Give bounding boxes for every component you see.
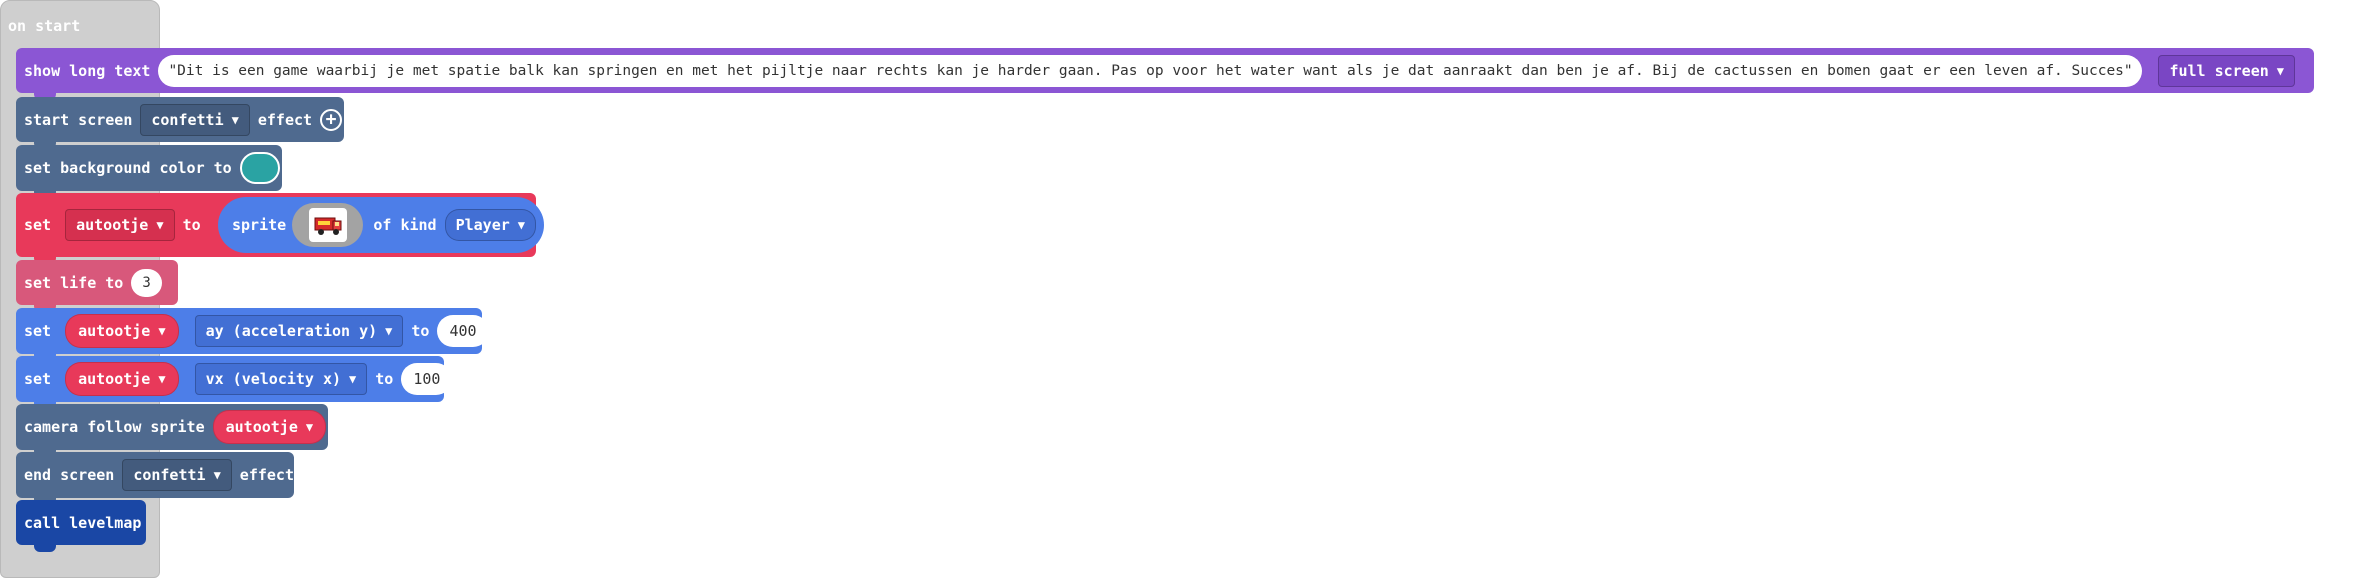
display-mode-dropdown[interactable]: full screen ▼ <box>2158 54 2296 87</box>
sprite-variable-reporter[interactable]: autootje ▼ <box>65 314 179 348</box>
variable-value: autootje <box>225 418 298 436</box>
sprite-label: sprite <box>232 216 287 234</box>
set-background-color-label: set background color to <box>24 159 232 177</box>
effect-dropdown[interactable]: confetti ▼ <box>140 103 250 136</box>
block-notch <box>34 545 56 552</box>
sprite-image-picker[interactable] <box>292 203 364 247</box>
set-background-color-block[interactable]: set background color to <box>16 145 282 191</box>
call-levelmap-block[interactable]: call levelmap <box>16 500 146 545</box>
on-start-label: on start <box>8 17 81 35</box>
long-text-input[interactable]: "Dit is een game waarbij je met spatie b… <box>158 54 2143 87</box>
start-screen-label: start screen <box>24 110 133 129</box>
property-dropdown[interactable]: vx (velocity x) ▼ <box>194 363 368 395</box>
call-levelmap-label: call levelmap <box>24 513 142 532</box>
set-ay-block[interactable]: set autootje ▼ ay (acceleration y) ▼ to … <box>16 308 489 354</box>
property-value: vx (velocity x) <box>205 370 342 388</box>
life-value-input[interactable]: 3 <box>131 268 162 297</box>
effect-value: confetti <box>133 466 206 484</box>
variable-value: autootje <box>76 216 149 234</box>
property-value: ay (acceleration y) <box>205 322 378 340</box>
kind-dropdown[interactable]: Player ▼ <box>444 209 536 241</box>
set-life-label: set life to <box>24 273 124 292</box>
variable-value: autootje <box>78 322 151 340</box>
end-screen-label: end screen <box>24 466 115 484</box>
of-kind-label: of kind <box>373 216 437 234</box>
effect-dropdown[interactable]: confetti ▼ <box>122 459 232 491</box>
ay-value-input[interactable]: 400 <box>437 315 489 347</box>
to-label: to <box>411 322 430 340</box>
set-sprite-block[interactable]: set autootje ▼ to sprite of kind Player <box>16 193 544 257</box>
chevron-down-icon: ▼ <box>213 468 221 482</box>
sprite-create-block[interactable]: sprite of kind Player ▼ <box>218 197 544 253</box>
chevron-down-icon: ▼ <box>305 420 314 434</box>
chevron-down-icon: ▼ <box>349 372 357 386</box>
camera-follow-block[interactable]: camera follow sprite autootje ▼ <box>16 404 328 450</box>
effect-label: effect <box>239 466 294 484</box>
chevron-down-icon: ▼ <box>231 112 239 127</box>
kind-value: Player <box>455 216 510 234</box>
show-long-text-label: show long text <box>24 61 151 80</box>
effect-value: confetti <box>151 110 224 129</box>
sprite-variable-reporter[interactable]: autootje ▼ <box>65 362 179 396</box>
effect-label: effect <box>257 110 313 129</box>
set-label: set <box>24 216 52 234</box>
start-screen-effect-block[interactable]: start screen confetti ▼ effect + <box>16 97 344 142</box>
set-label: set <box>24 370 52 388</box>
sprite-variable-reporter[interactable]: autootje ▼ <box>212 410 327 444</box>
set-label: set <box>24 322 52 340</box>
to-label: to <box>182 216 201 234</box>
color-picker-swatch[interactable] <box>239 152 280 184</box>
set-vx-block[interactable]: set autootje ▼ vx (velocity x) ▼ to 100 <box>16 356 453 402</box>
red-truck-icon <box>308 208 347 242</box>
variable-dropdown[interactable]: autootje ▼ <box>65 209 175 241</box>
to-label: to <box>375 370 394 388</box>
variable-value: autootje <box>78 370 151 388</box>
set-life-block[interactable]: set life to 3 <box>16 260 178 305</box>
vx-value-input[interactable]: 100 <box>401 363 453 395</box>
chevron-down-icon: ▼ <box>2276 63 2285 78</box>
chevron-down-icon: ▼ <box>158 324 166 338</box>
camera-follow-label: camera follow sprite <box>24 418 205 436</box>
chevron-down-icon: ▼ <box>156 218 164 232</box>
end-screen-effect-block[interactable]: end screen confetti ▼ effect <box>16 452 294 498</box>
chevron-down-icon: ▼ <box>517 218 525 232</box>
chevron-down-icon: ▼ <box>385 324 393 338</box>
plus-icon[interactable]: + <box>320 108 343 131</box>
chevron-down-icon: ▼ <box>158 372 166 386</box>
display-mode-value: full screen <box>2169 61 2269 80</box>
show-long-text-block[interactable]: show long text "Dit is een game waarbij … <box>16 48 2314 93</box>
property-dropdown[interactable]: ay (acceleration y) ▼ <box>194 315 404 347</box>
